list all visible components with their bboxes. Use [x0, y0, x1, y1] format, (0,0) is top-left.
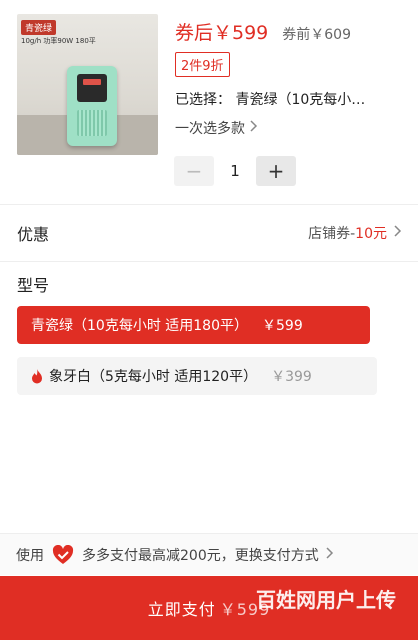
product-image[interactable]: 青瓷绿 10g/h 功率90W 180平 [17, 14, 158, 155]
quantity-value[interactable]: 1 [214, 162, 256, 180]
model-option[interactable]: 象牙白（5克每小时 适用120平） ￥399 [17, 357, 377, 395]
model-section-title: 型号 [17, 276, 50, 295]
model-option-name: 象牙白（5克每小时 适用120平） [49, 369, 258, 385]
decrease-quantity-button[interactable]: − [174, 156, 214, 186]
increase-quantity-button[interactable]: + [256, 156, 296, 186]
multi-select-link[interactable]: 一次选多款 [175, 118, 258, 138]
coupon-amount: 10元 [355, 226, 387, 242]
payment-tip-bar[interactable]: 使用 多多支付最高减200元，更换支付方式 [0, 533, 418, 575]
chevron-right-icon [393, 225, 402, 241]
watermark-text: 百姓网用户上传 [256, 588, 396, 612]
quantity-stepper: − 1 + [174, 156, 296, 186]
device-grill [77, 110, 107, 136]
coupon-label: 优惠 [17, 225, 50, 244]
pay-now-label: 立即支付 [147, 600, 216, 619]
discount-badge: 2件9折 [175, 52, 230, 77]
coupon-value: 店铺券-10元 [308, 223, 402, 243]
coupon-prefix: 店铺券- [308, 226, 356, 242]
chevron-right-icon [249, 120, 258, 136]
image-color-tag: 青瓷绿 [21, 20, 57, 35]
image-spec-text: 10g/h 功率90W 180平 [21, 37, 96, 45]
divider [0, 261, 418, 262]
coupon-row[interactable]: 优惠 店铺券-10元 [0, 205, 418, 261]
selected-spec-text: 已选择： 青瓷绿（10克每小… [175, 92, 366, 108]
payment-tip-text: 多多支付最高减200元，更换支付方式 [82, 547, 319, 564]
price-row: 券后￥599 券前￥609 [175, 18, 351, 45]
humidifier-device-illustration [67, 66, 117, 146]
model-option-price: ￥599 [262, 318, 303, 334]
flame-icon [32, 368, 42, 383]
model-option-price: ￥399 [271, 369, 312, 385]
heart-check-icon [52, 544, 74, 564]
chevron-right-icon [325, 546, 334, 563]
price-after-coupon: 券后￥599 [175, 22, 269, 44]
device-screen [77, 74, 107, 102]
product-header: 青瓷绿 10g/h 功率90W 180平 券后￥599 券前￥609 2件9折 … [0, 0, 418, 200]
model-option-selected[interactable]: 青瓷绿（10克每小时 适用180平） ￥599 [17, 306, 370, 344]
multi-select-label: 一次选多款 [175, 121, 245, 137]
model-option-name: 青瓷绿（10克每小时 适用180平） [31, 318, 248, 334]
price-before-coupon: 券前￥609 [282, 27, 351, 43]
payment-tip-prefix: 使用 [16, 547, 44, 564]
